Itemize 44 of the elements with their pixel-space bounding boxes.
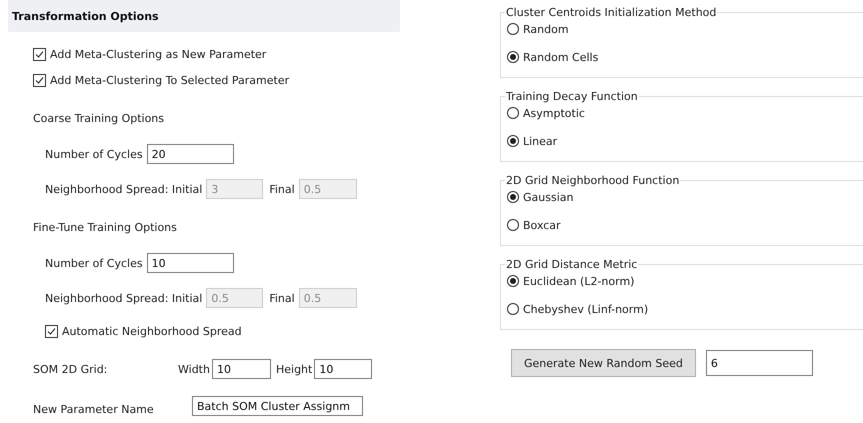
- group-title: 2D Grid Neighborhood Function: [505, 174, 680, 187]
- width-field[interactable]: 10: [212, 359, 271, 379]
- checkbox-label: Automatic Neighborhood Spread: [62, 324, 242, 338]
- radio-label: Random: [523, 22, 569, 36]
- field-label: Final: [269, 182, 295, 196]
- checkbox[interactable]: [33, 74, 46, 86]
- radio-button[interactable]: [507, 51, 519, 63]
- radio-button[interactable]: [507, 135, 519, 147]
- field-label: Number of Cycles: [45, 148, 143, 160]
- radio-label: Asymptotic: [523, 106, 585, 120]
- field-label: Height: [276, 362, 312, 376]
- radio-label: Boxcar: [523, 218, 561, 232]
- radio-button[interactable]: [507, 303, 519, 315]
- field-label: Number of Cycles: [45, 256, 143, 270]
- radio-label: Linear: [523, 134, 558, 148]
- radio-label: Chebyshev (Linf-norm): [523, 302, 648, 316]
- radio-label: Gaussian: [523, 190, 574, 204]
- radio-button[interactable]: [507, 275, 519, 287]
- group-title: Training Decay Function: [505, 90, 639, 103]
- section-header: Transformation Options: [8, 0, 400, 32]
- field-label: Neighborhood Spread: Initial: [45, 182, 202, 196]
- radio-label: Euclidean (L2-norm): [523, 274, 634, 288]
- group-title: Cluster Centroids Initialization Method: [505, 6, 718, 19]
- field-label: Width: [178, 362, 210, 376]
- checkbox[interactable]: [45, 324, 58, 338]
- checkbox-label: Add Meta-Clustering as New Parameter: [50, 48, 266, 60]
- height-field[interactable]: 10: [314, 359, 372, 379]
- section-label: Coarse Training Options: [33, 112, 164, 124]
- section-label: Fine-Tune Training Options: [33, 220, 177, 234]
- radio-button[interactable]: [507, 219, 519, 231]
- radio-button[interactable]: [507, 191, 519, 203]
- field-label: Final: [269, 292, 295, 304]
- radio-button[interactable]: [507, 23, 519, 35]
- generate-seed-button[interactable]: Generate New Random Seed: [511, 349, 696, 377]
- checkbox[interactable]: [33, 48, 46, 60]
- checkbox-label: Add Meta-Clustering To Selected Parameter: [50, 74, 290, 86]
- group-title: 2D Grid Distance Metric: [505, 258, 638, 271]
- radio-label: Random Cells: [523, 50, 598, 64]
- field-label: SOM 2D Grid:: [33, 362, 108, 376]
- parameter-name-field[interactable]: Batch SOM Cluster Assignm: [192, 396, 363, 416]
- radio-button[interactable]: [507, 107, 519, 119]
- field-label: New Parameter Name: [33, 403, 155, 416]
- field-label: Neighborhood Spread: Initial: [45, 292, 202, 304]
- seed-field[interactable]: 6: [706, 350, 813, 376]
